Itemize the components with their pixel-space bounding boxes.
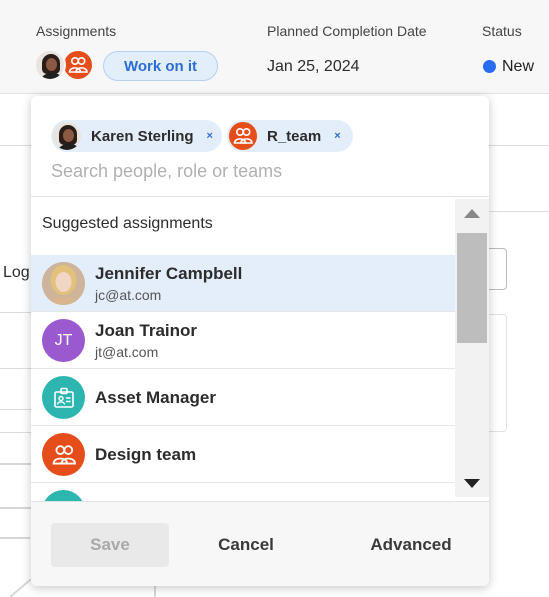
suggestion-asset-manager[interactable]: Asset Manager — [31, 369, 455, 426]
chip-karen-sterling[interactable]: Karen Sterling × — [51, 120, 222, 152]
assignments-label: Assignments — [36, 23, 117, 39]
suggestions-list: Jennifer Campbell jc@at.com JT Joan Trai… — [31, 255, 455, 501]
team-icon — [52, 444, 76, 464]
planned-completion-date: Jan 25, 2024 — [267, 58, 360, 75]
chip-label: R_team — [267, 127, 322, 145]
jennifer-campbell-avatar — [42, 262, 85, 305]
background-divider — [489, 211, 549, 212]
status-label: Status — [482, 23, 522, 39]
joan-trainor-avatar: JT — [42, 319, 85, 362]
suggestion-name: Joan Trainor — [95, 321, 198, 340]
karen-sterling-avatar — [34, 49, 66, 81]
planned-completion-label: Planned Completion Date — [267, 23, 427, 39]
suggestion-jennifer-campbell[interactable]: Jennifer Campbell jc@at.com — [31, 255, 455, 312]
suggested-assignments-title: Suggested assignments — [42, 215, 213, 232]
background-divider — [0, 368, 31, 369]
assignment-popover: Karen Sterling × R_team × Suggested assi… — [31, 96, 489, 586]
scroll-thumb[interactable] — [457, 233, 487, 343]
background-divider — [0, 432, 31, 433]
karen-sterling-avatar — [51, 120, 83, 152]
background-divider — [0, 409, 31, 410]
suggestion-joan-trainor[interactable]: JT Joan Trainor jt@at.com — [31, 312, 455, 369]
scroll-up-icon[interactable] — [464, 209, 480, 218]
team-avatar — [62, 49, 94, 81]
suggestion-partial[interactable] — [31, 483, 455, 501]
suggestion-name: Jennifer Campbell — [95, 264, 243, 283]
chip-r-team[interactable]: R_team × — [227, 120, 353, 152]
status-value: New — [502, 58, 535, 75]
work-on-it-button[interactable]: Work on it — [103, 51, 218, 81]
role-badge-icon — [53, 387, 74, 408]
suggestions-scrollbar[interactable] — [455, 199, 489, 497]
person-photo-icon — [42, 262, 85, 305]
design-team-avatar — [42, 433, 85, 476]
chip-label: Karen Sterling — [91, 127, 194, 145]
assignment-header-bar: Assignments Planned Completion Date Stat… — [0, 0, 549, 94]
remove-r-team-icon[interactable]: × — [334, 130, 340, 142]
save-button[interactable]: Save — [51, 523, 169, 567]
team-avatar — [227, 120, 259, 152]
suggestion-email: jt@at.com — [95, 344, 159, 360]
scroll-down-icon[interactable] — [464, 479, 480, 488]
partial-avatar — [42, 490, 85, 501]
suggestion-design-team[interactable]: Design team — [31, 426, 455, 483]
asset-manager-avatar — [42, 376, 85, 419]
team-icon — [233, 127, 253, 144]
team-icon — [68, 56, 88, 73]
background-log-label: Log — [3, 264, 30, 281]
advanced-button[interactable]: Advanced — [351, 523, 471, 567]
remove-karen-sterling-icon[interactable]: × — [207, 130, 213, 142]
suggestion-email: jc@at.com — [95, 287, 162, 303]
assignee-avatars[interactable] — [34, 49, 94, 81]
background-divider — [0, 312, 31, 313]
suggestion-name: Design team — [95, 445, 197, 464]
search-input[interactable] — [51, 156, 461, 186]
suggestion-name: Asset Manager — [95, 388, 216, 407]
cancel-button[interactable]: Cancel — [191, 523, 301, 567]
search-divider — [31, 196, 489, 197]
status-dot-icon — [483, 60, 496, 73]
popover-footer: Save Cancel Advanced — [31, 501, 489, 586]
